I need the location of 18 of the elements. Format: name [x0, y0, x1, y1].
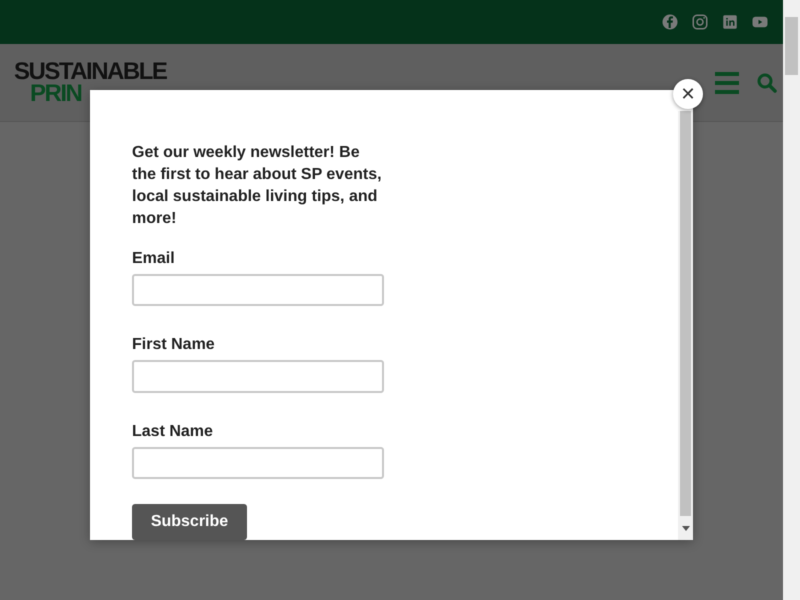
subscribe-button[interactable]: Subscribe [132, 504, 247, 540]
modal-scrollbar[interactable] [678, 111, 693, 540]
search-icon[interactable] [757, 72, 777, 92]
input-field[interactable] [132, 446, 384, 479]
field-label: Email [132, 250, 176, 268]
logo-text: SUSTAINABLE [14, 60, 166, 82]
logo-text: PRIN [29, 82, 82, 104]
newsletter-intro: Get our weekly newsletter! Be the first to hear about SP events, local sustainable living tips, and more! [132, 143, 383, 229]
input-field[interactable] [132, 274, 384, 306]
scroll-down-icon[interactable] [682, 526, 690, 530]
field-label: First Name [132, 336, 216, 354]
instagram-icon[interactable] [691, 13, 709, 31]
input-field[interactable] [132, 360, 384, 393]
field-label: Last Name [132, 422, 214, 441]
menu-icon[interactable] [715, 72, 739, 94]
facebook-icon[interactable] [661, 13, 679, 31]
page-scrollbar[interactable] [783, 0, 800, 600]
linkedin-icon[interactable] [721, 13, 739, 31]
